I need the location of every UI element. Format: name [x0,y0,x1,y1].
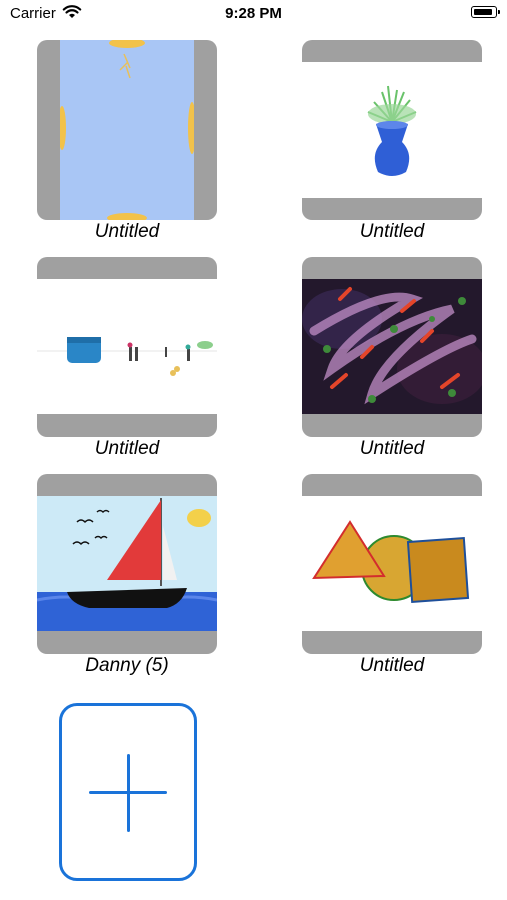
drawing-thumbnail [37,496,217,631]
add-drawing-button[interactable] [59,703,197,881]
gallery-item-4-caption: Untitled [359,438,425,459]
gallery-item-6[interactable] [302,474,482,654]
gallery-item-1-caption: Untitled [94,221,160,242]
gallery-item-1[interactable] [37,40,217,220]
gallery-item-5-caption: Danny (5) [85,655,169,676]
battery-icon [471,6,500,18]
gallery-item-5[interactable] [37,474,217,654]
gallery-item-4[interactable] [302,257,482,437]
drawing-thumbnail [37,279,217,414]
drawing-thumbnail [302,496,482,631]
gallery-item-2[interactable] [302,40,482,220]
gallery-item-6-caption: Untitled [359,655,425,676]
drawing-thumbnail [302,62,482,198]
drawing-thumbnail [302,279,482,414]
drawing-thumbnail [60,40,194,220]
gallery-item-3[interactable] [37,257,217,437]
gallery-item-2-caption: Untitled [359,221,425,242]
status-bar: Carrier 9:28 PM [0,0,507,28]
clock: 9:28 PM [225,5,282,22]
gallery-item-3-caption: Untitled [94,438,160,459]
